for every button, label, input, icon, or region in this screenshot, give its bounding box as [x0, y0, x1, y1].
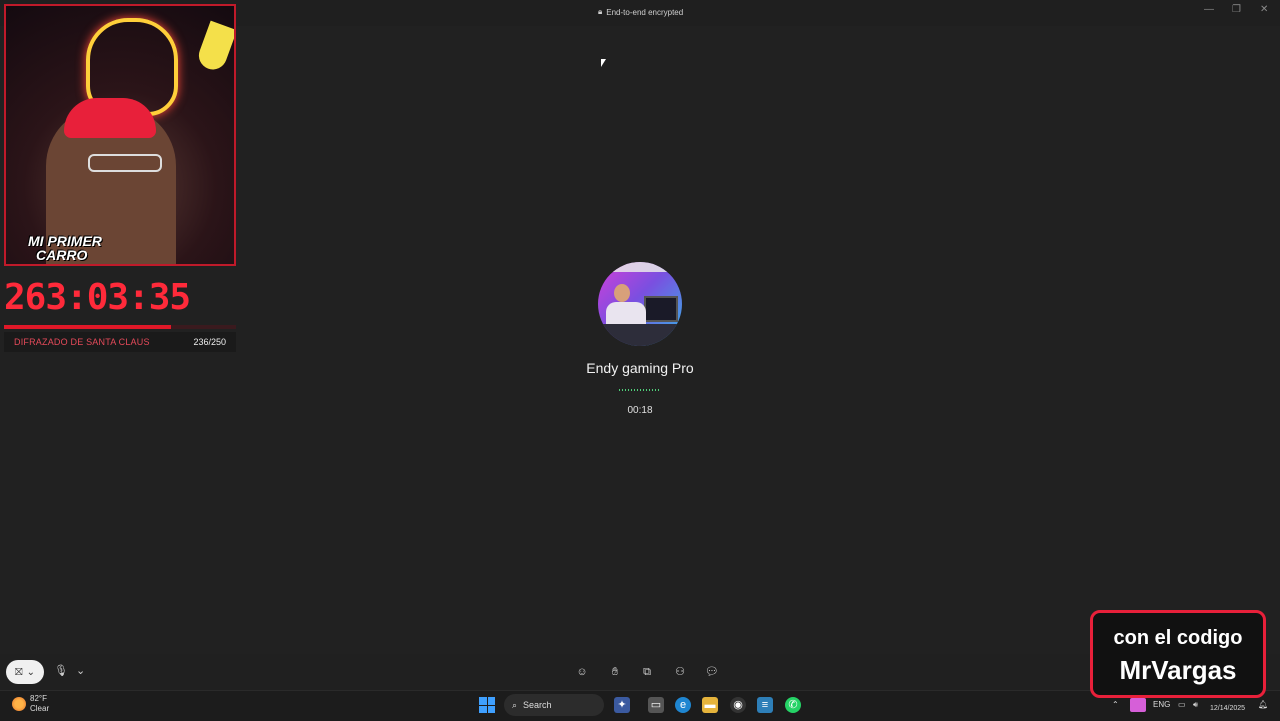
- countdown-timer: 263:03:35: [4, 277, 191, 318]
- widget-app-icon[interactable]: ✦: [614, 697, 630, 713]
- lock-icon: 🔒︎: [598, 7, 603, 16]
- call-timer: 00:18: [627, 405, 653, 416]
- webcam-caption-line1: MI PRIMER: [28, 233, 102, 249]
- goal-count: 236/250: [193, 337, 226, 347]
- windows-start-icon[interactable]: [479, 697, 495, 713]
- goal-panel: DIFRAZADO DE SANTA CLAUS 236/250: [4, 332, 236, 352]
- mouse-cursor: [601, 59, 606, 67]
- search-icon: ⌕: [512, 699, 518, 710]
- encryption-label: End-to-end encrypted: [606, 7, 684, 17]
- obs-icon[interactable]: ◉: [730, 697, 746, 713]
- emoji-icon[interactable]: ☺: [574, 664, 590, 680]
- weather-icon: [12, 697, 26, 711]
- share-screen-icon[interactable]: ⧉: [639, 664, 655, 680]
- streamer-hair: [64, 98, 156, 138]
- taskbar-search[interactable]: ⌕ Search: [504, 694, 604, 716]
- file-explorer-icon[interactable]: ▬: [702, 697, 718, 713]
- search-label: Search: [523, 700, 552, 710]
- add-participant-icon[interactable]: ⚇: [672, 664, 688, 680]
- raise-hand-icon[interactable]: ✋︎: [607, 664, 623, 680]
- chat-icon[interactable]: 💬︎: [704, 664, 720, 680]
- close-icon[interactable]: ✕: [1260, 4, 1268, 15]
- camera-toggle-button[interactable]: ⛝ ⌄: [6, 660, 44, 684]
- goal-progress-fill: [4, 325, 172, 329]
- weather-widget[interactable]: 82°F Clear: [12, 694, 49, 714]
- language-indicator[interactable]: ENG: [1153, 700, 1170, 709]
- goal-progress-bar: [4, 325, 236, 329]
- weather-condition: Clear: [30, 704, 50, 713]
- camera-off-icon: ⛝: [14, 666, 23, 678]
- notification-icon[interactable]: 🔔︎: [1258, 700, 1268, 709]
- chevron-down-icon[interactable]: ⌄: [27, 667, 35, 678]
- weather-temp: 82°F: [30, 694, 47, 703]
- calling-indicator: [619, 389, 659, 391]
- tray-app-icon[interactable]: [1130, 698, 1146, 712]
- streamer-glasses: [88, 154, 162, 172]
- task-view-icon[interactable]: ▭: [648, 697, 664, 713]
- volume-icon[interactable]: 🔊︎: [1193, 700, 1198, 710]
- promo-code-box: con el codigo MrVargas: [1090, 610, 1266, 698]
- goal-label: DIFRAZADO DE SANTA CLAUS: [14, 337, 150, 347]
- promo-line1: con el codigo: [1113, 627, 1243, 649]
- restore-icon[interactable]: ❐: [1232, 4, 1241, 15]
- neon-banana-sign: [194, 20, 234, 74]
- microphone-icon[interactable]: 🎙︎: [54, 664, 68, 677]
- contact-avatar: [598, 262, 682, 346]
- mic-control[interactable]: 🎙︎ ⌄: [54, 664, 85, 677]
- notepad-icon[interactable]: ≡: [757, 697, 773, 713]
- network-icon[interactable]: ▭: [1178, 700, 1186, 709]
- edge-browser-icon[interactable]: e: [675, 697, 691, 713]
- encryption-indicator: 🔒︎ End-to-end encrypted: [598, 7, 683, 17]
- taskbar-clock[interactable]: 12/14/2025: [1210, 699, 1245, 714]
- minimize-icon[interactable]: —: [1204, 4, 1214, 15]
- taskbar-date: 12/14/2025: [1210, 705, 1246, 712]
- contact-name: Endy gaming Pro: [586, 360, 694, 376]
- chevron-up-icon[interactable]: ⌃: [1112, 700, 1119, 709]
- taskbar: [0, 690, 1280, 721]
- webcam-overlay: MI PRIMER CARRO: [4, 4, 236, 266]
- promo-line2: MrVargas: [1119, 655, 1237, 685]
- webcam-caption: MI PRIMER CARRO: [28, 234, 102, 262]
- webcam-caption-line2: CARRO: [36, 247, 88, 263]
- whatsapp-icon[interactable]: ✆: [785, 697, 801, 713]
- chevron-down-icon[interactable]: ⌄: [76, 664, 85, 677]
